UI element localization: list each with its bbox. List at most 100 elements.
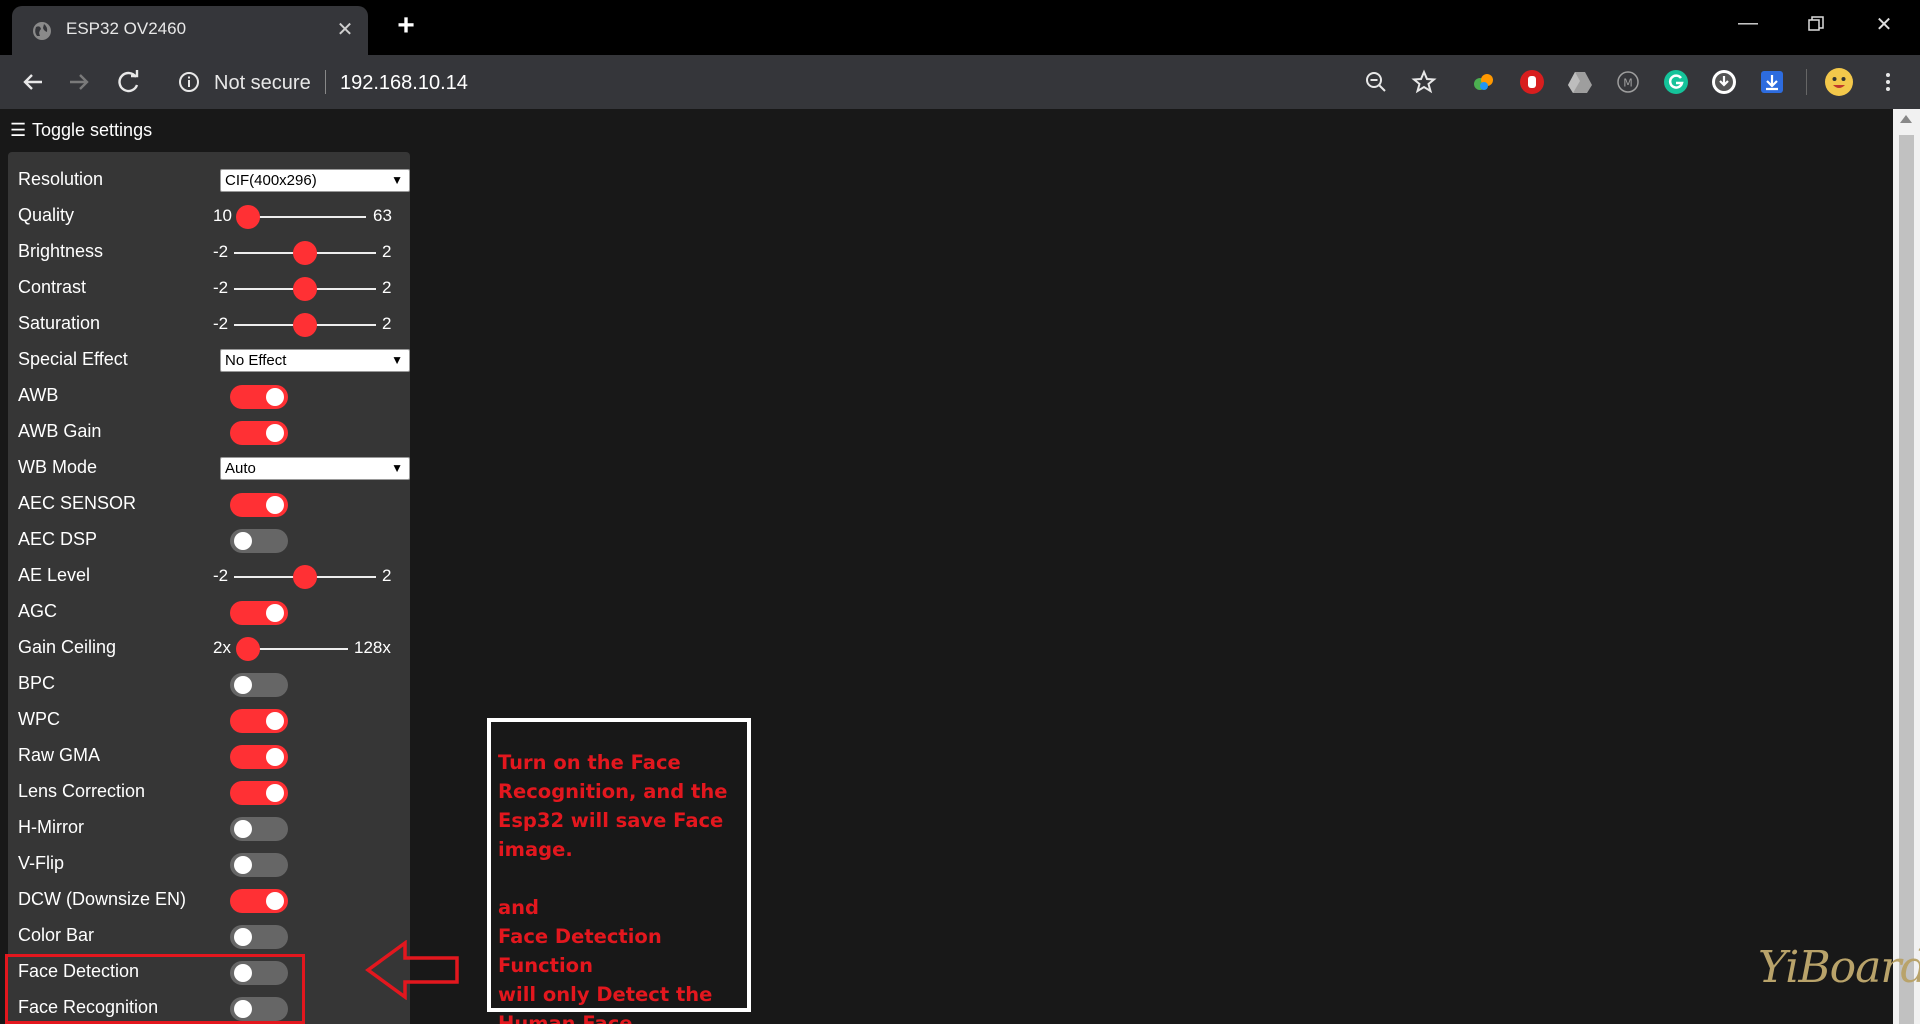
lens-correction-toggle[interactable] xyxy=(230,781,288,805)
resolution-select[interactable]: CIF(400x296) ▼ xyxy=(220,169,410,192)
toggle-knob xyxy=(266,388,284,406)
slider-thumb[interactable] xyxy=(293,313,317,337)
setting-saturation: Saturation -2 2 xyxy=(18,306,410,342)
setting-wpc: WPC xyxy=(18,702,410,738)
raw-gma-label: Raw GMA xyxy=(18,745,101,765)
saturation-max: 2 xyxy=(382,314,392,333)
awb-toggle[interactable] xyxy=(230,385,288,409)
profile-avatar-icon[interactable] xyxy=(1824,67,1854,97)
agc-toggle[interactable] xyxy=(230,601,288,625)
quality-slider[interactable]: 10 63 xyxy=(18,198,410,234)
setting-awb-gain: AWB Gain xyxy=(18,414,410,450)
toggle-knob xyxy=(266,748,284,766)
contrast-min: -2 xyxy=(213,278,229,297)
special-effect-label: Special Effect xyxy=(18,349,128,369)
dcw-toggle[interactable] xyxy=(230,889,288,913)
wpc-label: WPC xyxy=(18,709,60,729)
setting-bpc: BPC xyxy=(18,666,410,702)
special-effect-select[interactable]: No Effect ▼ xyxy=(220,349,410,372)
forward-arrow-icon[interactable] xyxy=(64,67,94,97)
browser-menu-icon[interactable] xyxy=(1874,68,1902,96)
dropdown-arrow-icon: ▼ xyxy=(391,353,403,367)
toggle-knob xyxy=(234,856,252,874)
drive-icon[interactable] xyxy=(1566,68,1594,96)
contrast-slider[interactable]: -2 2 xyxy=(18,270,410,306)
new-tab-button[interactable]: + xyxy=(392,11,420,41)
v-flip-label: V-Flip xyxy=(18,853,65,873)
grammarly-icon[interactable] xyxy=(1662,68,1690,96)
slider-thumb[interactable] xyxy=(293,565,317,589)
wb-mode-select[interactable]: Auto ▼ xyxy=(220,457,410,480)
address-bar[interactable]: Not secure 192.168.10.14 xyxy=(170,62,1430,102)
toggle-knob xyxy=(266,892,284,910)
brightness-min: -2 xyxy=(213,242,229,261)
close-tab-icon[interactable]: ✕ xyxy=(334,19,356,41)
agc-label: AGC xyxy=(18,601,58,621)
color-bar-toggle[interactable] xyxy=(230,925,288,949)
toggle-knob xyxy=(266,424,284,442)
setting-lens-correction: Lens Correction xyxy=(18,774,410,810)
extension-colorful-icon[interactable] xyxy=(1470,68,1498,96)
toggle-knob xyxy=(266,712,284,730)
slider-thumb[interactable] xyxy=(293,277,317,301)
scrollbar-thumb[interactable] xyxy=(1899,135,1914,1024)
wb-mode-value: Auto xyxy=(225,460,256,477)
dropdown-arrow-icon: ▼ xyxy=(391,461,403,475)
page-scrollbar[interactable] xyxy=(1893,109,1920,1024)
setting-special-effect: Special Effect No Effect ▼ xyxy=(18,342,410,378)
back-arrow-icon[interactable] xyxy=(18,67,48,97)
svg-text:M: M xyxy=(1623,77,1633,90)
bpc-toggle[interactable] xyxy=(230,673,288,697)
minimize-icon[interactable]: — xyxy=(1728,12,1768,38)
note-line: Recognition, and the xyxy=(498,780,728,803)
setting-gain-ceiling: Gain Ceiling 2x 128x xyxy=(18,630,410,666)
setting-ae-level: AE Level -2 2 xyxy=(18,558,410,594)
raw-gma-toggle[interactable] xyxy=(230,745,288,769)
download-arrow-icon[interactable] xyxy=(1758,68,1786,96)
contrast-max: 2 xyxy=(382,278,392,297)
saturation-slider[interactable]: -2 2 xyxy=(18,306,410,342)
reload-icon[interactable] xyxy=(114,67,144,97)
setting-aec-sensor: AEC SENSOR xyxy=(18,486,410,522)
slider-thumb[interactable] xyxy=(236,637,260,661)
toggle-knob xyxy=(266,496,284,514)
bookmark-star-icon[interactable] xyxy=(1410,68,1438,96)
info-icon[interactable] xyxy=(178,71,200,93)
setting-agc: AGC xyxy=(18,594,410,630)
note-line: Turn on the Face xyxy=(498,751,681,774)
close-window-icon[interactable]: ✕ xyxy=(1864,12,1904,38)
setting-color-bar: Color Bar xyxy=(18,918,410,954)
resolution-value: CIF(400x296) xyxy=(225,172,317,189)
bpc-label: BPC xyxy=(18,673,56,693)
brightness-slider[interactable]: -2 2 xyxy=(18,234,410,270)
h-mirror-toggle[interactable] xyxy=(230,817,288,841)
quality-min: 10 xyxy=(213,206,232,225)
download-circle-icon[interactable] xyxy=(1710,68,1738,96)
wpc-toggle[interactable] xyxy=(230,709,288,733)
note-gap xyxy=(498,864,741,893)
scroll-up-icon[interactable] xyxy=(1900,115,1912,123)
ae-level-slider[interactable]: -2 2 xyxy=(18,558,410,594)
slider-thumb[interactable] xyxy=(293,241,317,265)
v-flip-toggle[interactable] xyxy=(230,853,288,877)
toggle-settings-button[interactable]: ☰ Toggle settings xyxy=(10,120,152,141)
setting-v-flip: V-Flip xyxy=(18,846,410,882)
awb-gain-toggle[interactable] xyxy=(230,421,288,445)
saturation-min: -2 xyxy=(213,314,229,333)
adblock-hand-icon[interactable] xyxy=(1518,68,1546,96)
zoom-out-icon[interactable] xyxy=(1362,68,1390,96)
url-text[interactable]: 192.168.10.14 xyxy=(340,72,468,95)
restore-icon[interactable] xyxy=(1796,12,1836,38)
h-mirror-label: H-Mirror xyxy=(18,817,84,837)
aec-dsp-toggle[interactable] xyxy=(230,529,288,553)
note-line: Human Face xyxy=(498,1012,633,1024)
extension-m-icon[interactable]: M xyxy=(1614,68,1642,96)
slider-track xyxy=(242,216,366,218)
aec-sensor-toggle[interactable] xyxy=(230,493,288,517)
tab-title: ESP32 OV2460 xyxy=(66,19,187,38)
security-label: Not secure xyxy=(214,72,311,94)
browser-tab[interactable]: ESP32 OV2460 ✕ xyxy=(12,6,368,55)
gain-ceiling-slider[interactable]: 2x 128x xyxy=(18,630,410,666)
slider-thumb[interactable] xyxy=(236,205,261,229)
setting-raw-gma: Raw GMA xyxy=(18,738,410,774)
